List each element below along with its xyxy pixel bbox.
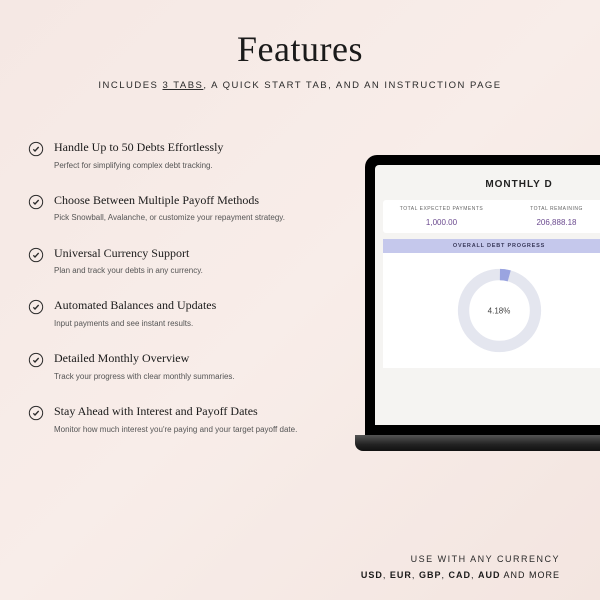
feature-desc: Perfect for simplifying complex debt tra… <box>54 160 328 171</box>
laptop-content: MONTHLY D TOTAL EXPECTED PAYMENTS 1,000.… <box>375 165 600 425</box>
currency: CAD <box>448 570 471 580</box>
currency: EUR <box>390 570 412 580</box>
laptop-base <box>355 435 600 451</box>
check-icon <box>28 194 44 210</box>
footer-line2: USD, EUR, GBP, CAD, AUD AND MORE <box>361 570 560 580</box>
currency: USD <box>361 570 383 580</box>
feature-item: Automated Balances and Updates Input paym… <box>28 298 328 329</box>
laptop-mockup: MONTHLY D TOTAL EXPECTED PAYMENTS 1,000.… <box>365 155 600 465</box>
check-icon <box>28 299 44 315</box>
feature-item: Handle Up to 50 Debts Effortlessly Perfec… <box>28 140 328 171</box>
subtitle-prefix: INCLUDES <box>98 80 162 91</box>
check-icon <box>28 247 44 263</box>
footer-line1: USE WITH ANY CURRENCY <box>361 554 560 564</box>
laptop-screen: MONTHLY D TOTAL EXPECTED PAYMENTS 1,000.… <box>365 155 600 435</box>
donut-chart: 4.18% <box>452 263 547 358</box>
feature-text: Detailed Monthly Overview Track your prog… <box>54 351 328 382</box>
stat-value: 206,888.18 <box>502 218 600 227</box>
stats-row: TOTAL EXPECTED PAYMENTS 1,000.00 TOTAL R… <box>383 200 600 233</box>
feature-text: Handle Up to 50 Debts Effortlessly Perfec… <box>54 140 328 171</box>
stat-remaining: TOTAL REMAINING 206,888.18 <box>502 206 600 227</box>
feature-title: Automated Balances and Updates <box>54 298 328 314</box>
currency: GBP <box>419 570 442 580</box>
dashboard-title: MONTHLY D <box>383 173 600 200</box>
progress-body: 4.18% 25 15 10 <box>383 253 600 368</box>
feature-text: Stay Ahead with Interest and Payoff Date… <box>54 404 328 435</box>
feature-desc: Plan and track your debts in any currenc… <box>54 265 328 276</box>
feature-title: Detailed Monthly Overview <box>54 351 328 367</box>
feature-text: Choose Between Multiple Payoff Methods Pi… <box>54 193 328 224</box>
feature-item: Choose Between Multiple Payoff Methods Pi… <box>28 193 328 224</box>
feature-text: Automated Balances and Updates Input paym… <box>54 298 328 329</box>
header: Features INCLUDES 3 TABS, A QUICK START … <box>0 0 600 91</box>
feature-text: Universal Currency Support Plan and track… <box>54 246 328 277</box>
subtitle-underline: 3 TABS <box>163 80 204 91</box>
page-title: Features <box>0 28 600 70</box>
feature-desc: Pick Snowball, Avalanche, or customize y… <box>54 212 328 223</box>
check-icon <box>28 141 44 157</box>
check-icon <box>28 405 44 421</box>
footer-suffix: AND MORE <box>500 570 560 580</box>
feature-title: Handle Up to 50 Debts Effortlessly <box>54 140 328 156</box>
feature-item: Stay Ahead with Interest and Payoff Date… <box>28 404 328 435</box>
footer: USE WITH ANY CURRENCY USD, EUR, GBP, CAD… <box>361 554 560 580</box>
feature-desc: Monitor how much interest you're paying … <box>54 424 328 435</box>
donut-percent: 4.18% <box>488 306 511 315</box>
subtitle-suffix: , A QUICK START TAB, AND AN INSTRUCTION … <box>203 80 501 91</box>
stat-expected: TOTAL EXPECTED PAYMENTS 1,000.00 <box>387 206 496 227</box>
stat-label: TOTAL REMAINING <box>502 206 600 212</box>
stat-value: 1,000.00 <box>387 218 496 227</box>
subtitle: INCLUDES 3 TABS, A QUICK START TAB, AND … <box>0 80 600 91</box>
feature-title: Universal Currency Support <box>54 246 328 262</box>
feature-desc: Track your progress with clear monthly s… <box>54 371 328 382</box>
currency: AUD <box>478 570 501 580</box>
feature-item: Detailed Monthly Overview Track your prog… <box>28 351 328 382</box>
feature-title: Choose Between Multiple Payoff Methods <box>54 193 328 209</box>
check-icon <box>28 352 44 368</box>
features-list: Handle Up to 50 Debts Effortlessly Perfec… <box>28 140 328 457</box>
stat-label: TOTAL EXPECTED PAYMENTS <box>387 206 496 212</box>
feature-item: Universal Currency Support Plan and track… <box>28 246 328 277</box>
progress-header: OVERALL DEBT PROGRESS <box>383 239 600 253</box>
feature-desc: Input payments and see instant results. <box>54 318 328 329</box>
progress-section: OVERALL DEBT PROGRESS 4.18% 25 15 10 <box>383 239 600 368</box>
feature-title: Stay Ahead with Interest and Payoff Date… <box>54 404 328 420</box>
